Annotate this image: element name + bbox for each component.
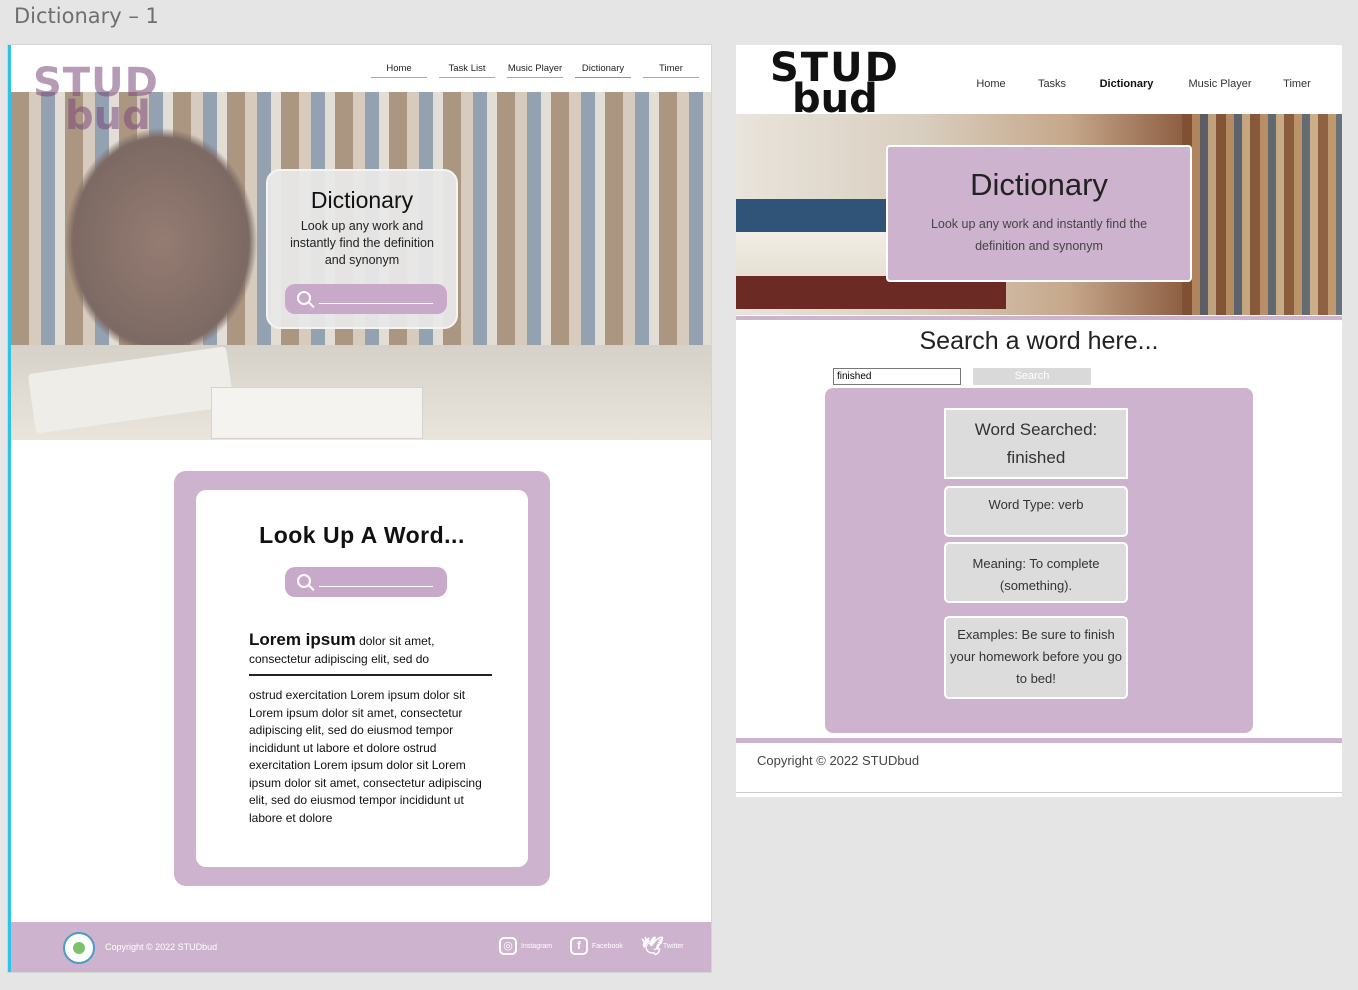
artboard-web-page[interactable]: STUD bud Home Tasks Dictionary Music Pla… xyxy=(736,45,1342,797)
twitter-link[interactable]: 🕊 Twitter xyxy=(641,937,684,955)
results-panel: Word Searched: finished Word Type: verb … xyxy=(825,388,1253,733)
lorem-bold: Lorem ipsum xyxy=(249,630,356,649)
twitter-icon: 🕊 xyxy=(641,936,664,956)
left-logo[interactable]: STUD bud xyxy=(33,63,159,136)
hero-divider xyxy=(736,316,1342,320)
hero-bookshelf xyxy=(1182,114,1342,315)
word-type-value: verb xyxy=(1058,497,1084,512)
word-search-input[interactable]: finished xyxy=(833,368,961,385)
left-footer: Copyright © 2022 STUDbud ◎ Instagram f F… xyxy=(11,922,711,972)
hero-book-shape xyxy=(27,346,235,434)
lookup-title: Look Up A Word... xyxy=(259,522,465,548)
nav-music-player[interactable]: Music Player xyxy=(507,63,563,78)
nav-timer[interactable]: Timer xyxy=(643,63,699,78)
meaning-card: Meaning: To complete (something). xyxy=(944,542,1128,603)
lookup-card: Look Up A Word... Lorem ipsum dolor sit … xyxy=(196,490,528,867)
examples-label: Examples: xyxy=(957,627,1022,642)
footer-divider xyxy=(736,792,1342,793)
lookup-body-text: ostrud exercitation Lorem ipsum dolor si… xyxy=(249,688,482,825)
footer-bar xyxy=(736,738,1342,743)
hero-card: Dictionary Look up any work and instantl… xyxy=(266,169,458,329)
right-logo[interactable]: STUD bud xyxy=(770,48,900,119)
lookup-heading-text: Lorem ipsum dolor sit amet, consectetur … xyxy=(249,631,492,676)
nav-music-player[interactable]: Music Player xyxy=(1175,78,1265,90)
instagram-label: Instagram xyxy=(521,942,553,950)
word-searched-card: Word Searched: finished xyxy=(944,408,1128,479)
nav-tasks[interactable]: Tasks xyxy=(1026,78,1078,90)
search-title: Search a word here... xyxy=(919,327,1159,355)
word-searched-label: Word Searched: xyxy=(974,420,1098,439)
facebook-label: Facebook xyxy=(592,942,623,950)
word-type-label: Word Type: xyxy=(988,497,1059,512)
nav-dictionary[interactable]: Dictionary xyxy=(1078,78,1175,90)
hero-card-text: Look up any work and instantly find the … xyxy=(290,219,434,267)
hero-card: Dictionary Look up any work and instantl… xyxy=(886,145,1192,282)
footer-badge-icon xyxy=(63,932,95,964)
footer-copyright: Copyright © 2022 STUDbud xyxy=(105,942,218,952)
lookup-search-input[interactable] xyxy=(285,567,447,597)
nav-home[interactable]: Home xyxy=(371,63,427,78)
word-type-card: Word Type: verb xyxy=(944,486,1128,537)
instagram-link[interactable]: ◎ Instagram xyxy=(499,937,552,955)
twitter-label: Twitter xyxy=(663,942,684,950)
search-button[interactable]: Search xyxy=(973,368,1091,385)
facebook-icon: f xyxy=(570,937,588,955)
facebook-link[interactable]: f Facebook xyxy=(570,937,623,955)
left-nav: Home Task List Music Player Dictionary T… xyxy=(371,63,699,78)
hero-device-shape xyxy=(211,387,423,439)
hero-search-input[interactable] xyxy=(285,284,447,314)
word-searched-value: finished xyxy=(1006,448,1066,467)
frame-title: Dictionary – 1 xyxy=(14,4,159,28)
examples-card: Examples: Be sure to finish your homewor… xyxy=(944,616,1128,699)
nav-home[interactable]: Home xyxy=(956,78,1026,90)
search-icon xyxy=(297,574,311,588)
nav-dictionary[interactable]: Dictionary xyxy=(575,63,631,78)
search-underline xyxy=(319,586,433,587)
hero-card-title: Dictionary xyxy=(310,187,414,213)
nav-task-list[interactable]: Task List xyxy=(439,63,495,78)
hero-card-text: Look up any work and instantly find the … xyxy=(930,217,1148,253)
search-icon xyxy=(297,291,311,305)
lookup-panel: Look Up A Word... Lorem ipsum dolor sit … xyxy=(174,471,550,886)
instagram-icon: ◎ xyxy=(499,937,517,955)
footer-copyright: Copyright © 2022 STUDbud xyxy=(757,753,920,768)
hero-card-title: Dictionary xyxy=(970,167,1108,202)
search-underline xyxy=(319,303,433,304)
artboard-desktop-mockup[interactable]: STUD bud Home Task List Music Player Dic… xyxy=(8,45,711,972)
right-nav: Home Tasks Dictionary Music Player Timer xyxy=(956,78,1329,90)
nav-timer[interactable]: Timer xyxy=(1265,78,1329,90)
meaning-label: Meaning: xyxy=(972,556,1030,571)
